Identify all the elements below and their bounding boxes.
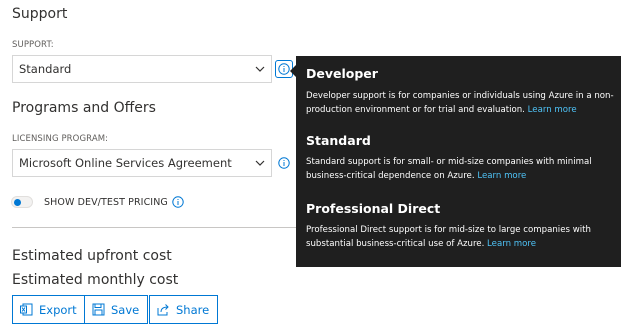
developer-learn-more-link[interactable]: Learn more [528, 105, 577, 115]
standard-learn-more-link[interactable]: Learn more [477, 171, 526, 181]
info-icon [278, 63, 290, 75]
chevron-down-icon [255, 160, 265, 166]
devtest-toggle-row: SHOW DEV/TEST PRICING [11, 196, 184, 208]
info-icon[interactable] [172, 196, 184, 208]
share-button[interactable]: Share [149, 295, 219, 324]
programs-heading: Programs and Offers [12, 100, 156, 116]
licensing-select[interactable]: Microsoft Online Services Agreement [12, 149, 272, 177]
save-button[interactable]: Save [84, 295, 149, 324]
support-heading: Support [12, 6, 68, 22]
support-select[interactable]: Standard [12, 55, 272, 83]
devtest-label: SHOW DEV/TEST PRICING [44, 196, 168, 208]
tooltip-professional-direct-body: Professional Direct support is for mid-s… [306, 223, 614, 251]
chevron-down-icon [255, 66, 265, 72]
export-button[interactable]: Export [12, 295, 86, 324]
share-label: Share [176, 302, 210, 317]
support-select-value: Standard [19, 62, 72, 76]
tooltip-standard-title: Standard [306, 133, 371, 148]
upfront-cost-heading: Estimated upfront cost [12, 248, 172, 264]
tooltip-arrow [290, 65, 296, 77]
tooltip-developer-body: Developer support is for companies or in… [306, 89, 614, 117]
info-icon [278, 157, 290, 169]
section-divider [12, 227, 308, 228]
licensing-select-value: Microsoft Online Services Agreement [19, 156, 232, 170]
licensing-label: LICENSING PROGRAM: [12, 134, 109, 144]
save-icon [92, 303, 105, 316]
toggle-knob [14, 199, 21, 206]
tooltip-developer-title: Developer [306, 66, 378, 81]
tooltip-standard-body: Standard support is for small- or mid-si… [306, 155, 614, 183]
tooltip-professional-direct-title: Professional Direct [306, 201, 441, 216]
licensing-info-icon[interactable] [277, 156, 291, 170]
share-icon [157, 304, 169, 316]
monthly-cost-heading: Estimated monthly cost [12, 272, 179, 288]
tooltip-professional-direct-text: Professional Direct support is for mid-s… [306, 225, 591, 249]
professional-direct-learn-more-link[interactable]: Learn more [487, 239, 536, 249]
save-label: Save [111, 302, 140, 317]
support-label: SUPPORT: [12, 40, 54, 50]
support-info-icon[interactable] [275, 60, 293, 78]
devtest-toggle[interactable] [11, 196, 33, 208]
support-plans-tooltip: Developer Developer support is for compa… [290, 56, 621, 267]
tooltip-standard-text: Standard support is for small- or mid-si… [306, 157, 592, 181]
export-label: Export [39, 302, 77, 317]
excel-icon [20, 303, 33, 316]
